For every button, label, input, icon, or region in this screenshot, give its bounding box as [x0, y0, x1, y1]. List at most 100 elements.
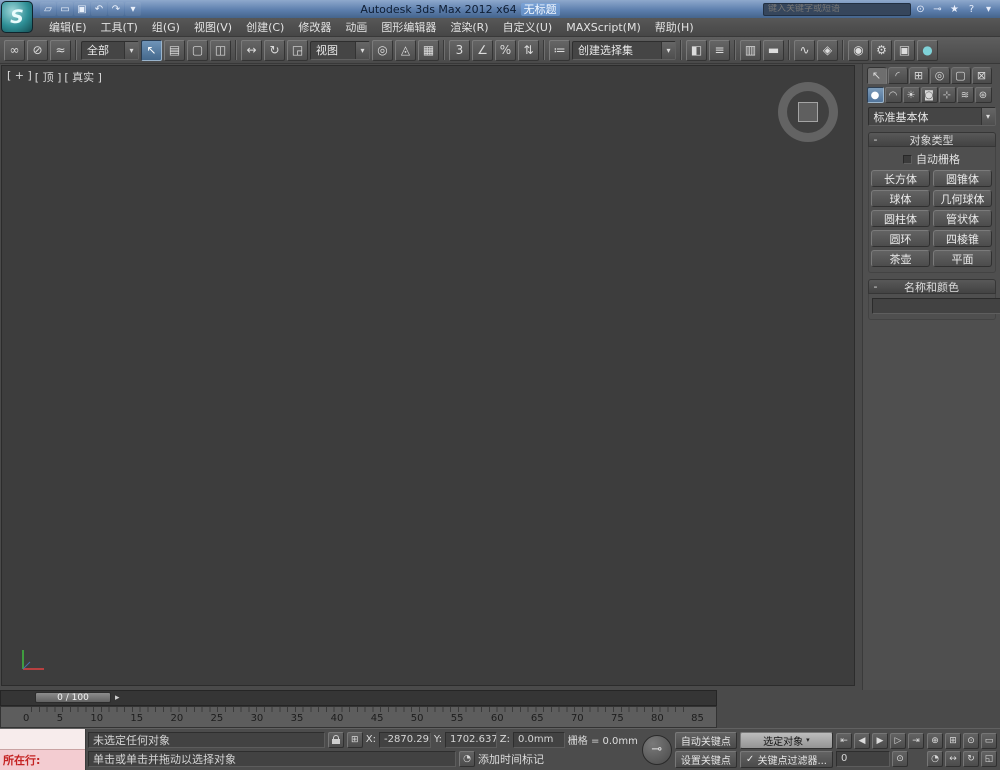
absolute-offset-toggle-icon[interactable]: ⊞: [346, 731, 363, 748]
category-helpers-icon[interactable]: ⊹: [938, 87, 956, 103]
set-keys-big-button[interactable]: ⊸: [641, 734, 672, 765]
x-coord-field[interactable]: -2870.293mm: [379, 731, 431, 748]
autogrid-checkbox[interactable]: [903, 154, 912, 164]
set-key-button[interactable]: 设置关键点: [674, 750, 737, 768]
current-frame-field[interactable]: 0: [836, 750, 890, 767]
menu-group[interactable]: 组(G): [145, 18, 187, 36]
geosphere-button[interactable]: 几何球体: [933, 190, 992, 207]
search-icon[interactable]: ⊙: [913, 2, 928, 16]
selection-region-icon[interactable]: ▢: [187, 39, 208, 61]
category-lights-icon[interactable]: ☀: [902, 87, 920, 103]
graphite-ribbon-toggle-icon[interactable]: ▬: [763, 39, 784, 61]
box-button[interactable]: 长方体: [871, 170, 930, 187]
infocenter-search-input[interactable]: [763, 2, 911, 16]
key-filter-mode-dropdown[interactable]: 选定对象 ▾: [739, 731, 833, 749]
torus-button[interactable]: 圆环: [871, 230, 930, 247]
tab-display[interactable]: ▢: [950, 67, 971, 84]
select-and-link-icon[interactable]: ∞: [4, 39, 25, 61]
pan-view-icon[interactable]: ↔: [945, 750, 961, 767]
menu-customize[interactable]: 自定义(U): [496, 18, 560, 36]
pyramid-button[interactable]: 四棱锥: [933, 230, 992, 247]
chevron-down-icon[interactable]: ▾: [980, 108, 995, 125]
category-spacewarps-icon[interactable]: ≋: [956, 87, 974, 103]
macro-recorder-pane[interactable]: [0, 729, 85, 750]
y-coord-field[interactable]: 1702.637mm: [444, 731, 497, 748]
viewport-pov-menu[interactable]: [ 顶 ]: [35, 69, 62, 85]
redo-icon[interactable]: ↷: [108, 2, 124, 16]
menu-create[interactable]: 创建(C): [239, 18, 291, 36]
help-icon[interactable]: ?: [964, 2, 979, 16]
name-color-rollout-header[interactable]: - 名称和颜色: [867, 279, 996, 294]
plane-button[interactable]: 平面: [933, 250, 992, 267]
application-menu-button[interactable]: S: [1, 1, 33, 33]
chevron-down-icon[interactable]: ▾: [124, 41, 138, 59]
curve-editor-icon[interactable]: ∿: [794, 39, 815, 61]
menu-help[interactable]: 帮助(H): [648, 18, 701, 36]
select-and-move-icon[interactable]: ↔: [241, 39, 262, 61]
keyboard-shortcut-override-icon[interactable]: ▦: [418, 39, 439, 61]
viewcube[interactable]: [778, 82, 838, 142]
category-geometry-icon[interactable]: ●: [866, 87, 884, 103]
key-mode-toggle-icon[interactable]: ⊙: [892, 750, 908, 767]
auto-key-button[interactable]: 自动关键点: [674, 731, 737, 749]
category-systems-icon[interactable]: ⊛: [974, 87, 992, 103]
object-category-dropdown[interactable]: 标准基本体 ▾: [867, 107, 996, 126]
cylinder-button[interactable]: 圆柱体: [871, 210, 930, 227]
select-object-button[interactable]: ↖: [141, 39, 162, 61]
angle-snap-icon[interactable]: ∠: [472, 39, 493, 61]
field-of-view-icon[interactable]: ◔: [927, 750, 943, 767]
selection-filter-dropdown[interactable]: 全部 ▾: [81, 40, 139, 60]
help-flyout-icon[interactable]: ▾: [981, 2, 996, 16]
menu-modifiers[interactable]: 修改器: [291, 18, 338, 36]
qat-flyout-icon[interactable]: ▾: [125, 2, 141, 16]
chevron-down-icon[interactable]: ▾: [661, 41, 675, 59]
percent-snap-icon[interactable]: %: [495, 39, 516, 61]
menu-views[interactable]: 视图(V): [187, 18, 239, 36]
open-file-icon[interactable]: ▭: [57, 2, 73, 16]
zoom-icon[interactable]: ⊕: [927, 732, 943, 749]
orbit-icon[interactable]: ↻: [963, 750, 979, 767]
zoom-region-icon[interactable]: ▭: [981, 732, 997, 749]
listener-pane[interactable]: 所在行:: [0, 750, 85, 770]
sphere-button[interactable]: 球体: [871, 190, 930, 207]
menu-animation[interactable]: 动画: [338, 18, 374, 36]
menu-edit[interactable]: 编辑(E): [42, 18, 94, 36]
spinner-snap-icon[interactable]: ⇅: [518, 39, 539, 61]
viewport-general-menu[interactable]: [ + ]: [7, 69, 32, 85]
select-and-manipulate-icon[interactable]: ◬: [395, 39, 416, 61]
go-to-end-icon[interactable]: ⇥: [908, 732, 924, 749]
next-frame-icon[interactable]: ▷: [890, 732, 906, 749]
teapot-button[interactable]: 茶壶: [871, 250, 930, 267]
menu-tools[interactable]: 工具(T): [94, 18, 145, 36]
subscription-key-icon[interactable]: ⊸: [930, 2, 945, 16]
material-editor-icon[interactable]: ◉: [848, 39, 869, 61]
select-and-scale-icon[interactable]: ◲: [287, 39, 308, 61]
object-type-rollout-header[interactable]: - 对象类型: [867, 132, 996, 147]
go-to-start-icon[interactable]: ⇤: [836, 732, 852, 749]
next-frame-arrow-icon[interactable]: ▸: [115, 691, 120, 705]
undo-icon[interactable]: ↶: [91, 2, 107, 16]
tab-motion[interactable]: ◎: [929, 67, 950, 84]
menu-maxscript[interactable]: MAXScript(M): [559, 20, 648, 35]
play-animation-icon[interactable]: ▶: [872, 732, 888, 749]
previous-frame-icon[interactable]: ◀: [854, 732, 870, 749]
menu-rendering[interactable]: 渲染(R): [443, 18, 495, 36]
tab-hierarchy[interactable]: ⊞: [908, 67, 929, 84]
align-icon[interactable]: ≡: [709, 39, 730, 61]
new-scene-icon[interactable]: ▱: [40, 2, 56, 16]
cone-button[interactable]: 圆锥体: [933, 170, 992, 187]
chevron-down-icon[interactable]: ▾: [355, 41, 369, 59]
time-slider-handle[interactable]: 0 / 100: [35, 692, 111, 703]
object-name-input[interactable]: [871, 298, 1000, 314]
zoom-extents-icon[interactable]: ⊙: [963, 732, 979, 749]
unlink-selection-icon[interactable]: ⊘: [27, 39, 48, 61]
window-crossing-icon[interactable]: ◫: [210, 39, 231, 61]
key-filters-button[interactable]: ✓ 关键点过滤器...: [739, 750, 833, 768]
schematic-view-icon[interactable]: ◈: [817, 39, 838, 61]
track-bar-ruler[interactable]: 0 5 10 15 20 25 30 35 40 45 50 55 60 65 …: [0, 706, 717, 728]
render-setup-icon[interactable]: ⚙: [871, 39, 892, 61]
bind-to-space-warp-icon[interactable]: ≈: [50, 39, 71, 61]
viewport-shading-menu[interactable]: [ 真实 ]: [64, 69, 102, 85]
category-cameras-icon[interactable]: ◙: [920, 87, 938, 103]
z-coord-field[interactable]: 0.0mm: [512, 731, 565, 748]
